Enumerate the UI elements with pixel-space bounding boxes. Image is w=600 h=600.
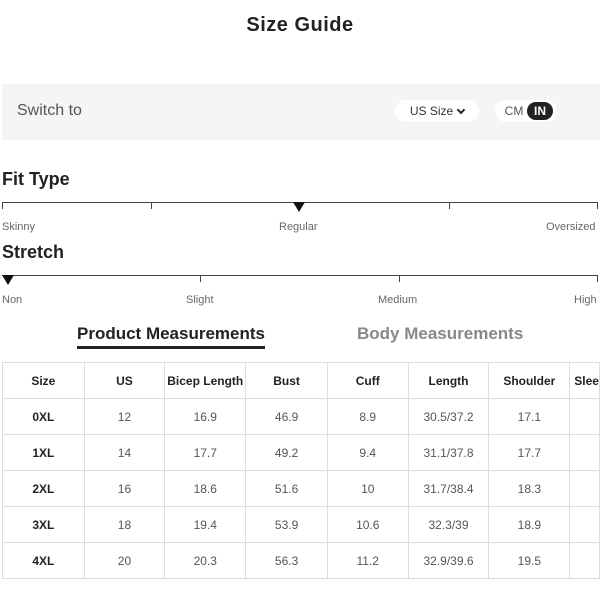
column-header-bicep-length: Bicep Length	[164, 362, 247, 399]
cell-cuff: 10	[326, 470, 409, 507]
cell-bust: 46.9	[245, 398, 328, 435]
stretch-tick	[200, 275, 201, 282]
column-header-size: Size	[2, 362, 85, 399]
fit-type-tick	[151, 202, 152, 209]
cell-us: 16	[83, 470, 166, 507]
cell-size: 1XL	[2, 434, 85, 471]
cell-shoulder: 19.5	[488, 542, 571, 579]
table-header-row: Size US Bicep Length Bust Cuff Length Sh…	[2, 362, 600, 399]
measurements-table: Size US Bicep Length Bust Cuff Length Sh…	[2, 362, 600, 579]
cell-length: 30.5/37.2	[407, 398, 490, 435]
stretch-title: Stretch	[2, 242, 65, 262]
stretch-tick	[597, 275, 598, 282]
fit-type-tick	[597, 202, 598, 209]
cell-us: 20	[83, 542, 166, 579]
size-select[interactable]: US Size	[395, 100, 479, 122]
cell-us: 12	[83, 398, 166, 435]
cell-sleeve	[569, 470, 600, 507]
cell-shoulder: 18.9	[488, 506, 571, 543]
cell-sleeve	[569, 398, 600, 435]
column-header-length: Length	[407, 362, 490, 399]
cell-shoulder: 18.3	[488, 470, 571, 507]
cell-bicep-length: 20.3	[164, 542, 247, 579]
tab-body-measurements[interactable]: Body Measurements	[357, 324, 523, 344]
fit-type-tick	[449, 202, 450, 209]
cell-sleeve	[569, 506, 600, 543]
cell-bicep-length: 17.7	[164, 434, 247, 471]
column-header-bust: Bust	[245, 362, 328, 399]
column-header-us: US	[83, 362, 166, 399]
cell-cuff: 11.2	[326, 542, 409, 579]
cell-cuff: 9.4	[326, 434, 409, 471]
cell-shoulder: 17.7	[488, 434, 571, 471]
cell-shoulder: 17.1	[488, 398, 571, 435]
cell-length: 32.9/39.6	[407, 542, 490, 579]
switch-bar: Switch to US Size CM IN	[2, 84, 600, 140]
fit-type-title: Fit Type	[2, 169, 70, 189]
page-title: Size Guide	[246, 14, 354, 36]
size-select-value: US Size	[409, 104, 454, 118]
stretch-label-non: Non	[2, 294, 23, 306]
stretch-tick	[399, 275, 400, 282]
cell-size: 3XL	[2, 506, 85, 543]
table-row: 1XL 14 17.7 49.2 9.4 31.1/37.8 17.7	[2, 434, 600, 471]
cell-bust: 49.2	[245, 434, 328, 471]
unit-cm-option[interactable]: CM	[501, 104, 527, 118]
tab-product-measurements[interactable]: Product Measurements	[77, 324, 265, 349]
cell-size: 4XL	[2, 542, 85, 579]
cell-sleeve	[569, 434, 600, 471]
fit-type-label-oversized: Oversized	[546, 221, 596, 233]
cell-bust: 51.6	[245, 470, 328, 507]
cell-length: 32.3/39	[407, 506, 490, 543]
fit-type-marker	[293, 202, 305, 212]
cell-cuff: 10.6	[326, 506, 409, 543]
column-header-shoulder: Shoulder	[488, 362, 571, 399]
table-row: 2XL 16 18.6 51.6 10 31.7/38.4 18.3	[2, 470, 600, 507]
unit-in-option[interactable]: IN	[527, 102, 553, 120]
column-header-sleeve: Slee	[569, 362, 600, 399]
cell-sleeve	[569, 542, 600, 579]
stretch-scale-line	[2, 275, 598, 276]
cell-length: 31.7/38.4	[407, 470, 490, 507]
cell-bust: 53.9	[245, 506, 328, 543]
chevron-down-icon	[456, 105, 466, 114]
cell-bicep-length: 19.4	[164, 506, 247, 543]
cell-size: 0XL	[2, 398, 85, 435]
cell-us: 14	[83, 434, 166, 471]
cell-bicep-length: 16.9	[164, 398, 247, 435]
table-row: 0XL 12 16.9 46.9 8.9 30.5/37.2 17.1	[2, 398, 600, 435]
fit-type-label-regular: Regular	[279, 221, 318, 233]
stretch-label-high: High	[574, 294, 597, 306]
stretch-marker	[2, 275, 14, 285]
fit-type-tick	[2, 202, 3, 209]
table-row: 3XL 18 19.4 53.9 10.6 32.3/39 18.9	[2, 506, 600, 543]
unit-toggle[interactable]: CM IN	[495, 100, 557, 122]
cell-size: 2XL	[2, 470, 85, 507]
stretch-label-medium: Medium	[378, 294, 418, 306]
fit-type-label-skinny: Skinny	[2, 221, 36, 233]
stretch-label-slight: Slight	[186, 294, 214, 306]
cell-bust: 56.3	[245, 542, 328, 579]
table-row: 4XL 20 20.3 56.3 11.2 32.9/39.6 19.5	[2, 542, 600, 579]
cell-us: 18	[83, 506, 166, 543]
switch-label: Switch to	[17, 102, 82, 119]
cell-length: 31.1/37.8	[407, 434, 490, 471]
column-header-cuff: Cuff	[326, 362, 409, 399]
cell-bicep-length: 18.6	[164, 470, 247, 507]
cell-cuff: 8.9	[326, 398, 409, 435]
